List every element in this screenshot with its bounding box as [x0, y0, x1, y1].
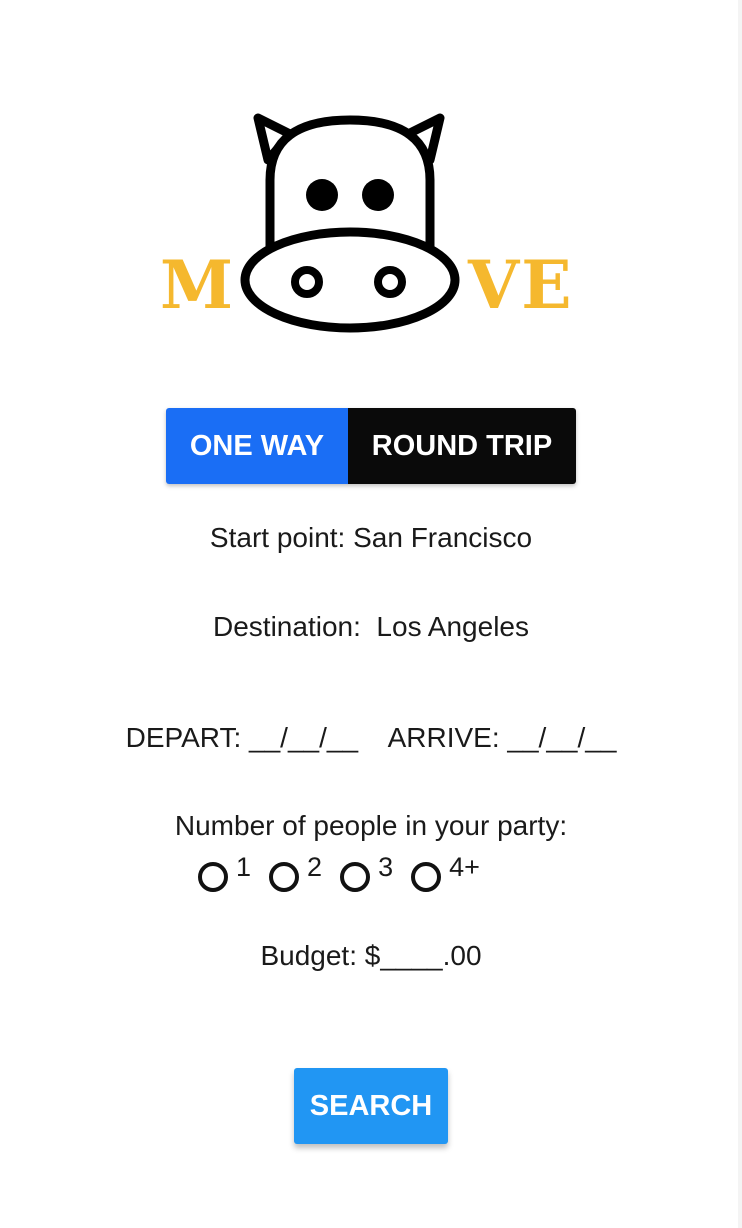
- radio-circle-icon: [340, 862, 371, 892]
- party-size-label: Number of people in your party:: [174, 810, 568, 841]
- party-option-4plus[interactable]: 4+: [411, 852, 480, 892]
- radio-label: 1: [236, 852, 252, 882]
- cow-icon: M VE: [160, 113, 574, 333]
- logo-right-text: VE: [467, 246, 574, 324]
- trip-type-toggle: ONE WAY ROUND TRIP: [166, 408, 576, 484]
- search-button[interactable]: SEARCH: [294, 1068, 448, 1144]
- moove-logo: M VE: [150, 100, 590, 340]
- party-size-radio-group: 1 2 3 4+: [198, 852, 558, 892]
- dates-field[interactable]: DEPART: __/__/__ ARRIVE: __/__/__: [0, 722, 742, 754]
- start-point-field[interactable]: Start point: San Francisco: [0, 522, 742, 554]
- radio-circle-icon: [411, 862, 442, 892]
- radio-label: 4+: [449, 852, 480, 882]
- radio-circle-icon: [198, 862, 228, 892]
- destination-field[interactable]: Destination: Los Angeles: [0, 611, 742, 643]
- radio-label: 3: [378, 852, 394, 882]
- party-option-1[interactable]: 1: [198, 852, 251, 892]
- one-way-button[interactable]: ONE WAY: [166, 408, 348, 484]
- logo-left-text: M: [160, 246, 235, 324]
- party-option-2[interactable]: 2: [269, 852, 322, 892]
- budget-field[interactable]: Budget: $____.00: [0, 940, 742, 972]
- party-option-3[interactable]: 3: [340, 852, 393, 892]
- radio-circle-icon: [269, 862, 300, 892]
- radio-label: 2: [307, 852, 323, 882]
- round-trip-button[interactable]: ROUND TRIP: [348, 408, 576, 484]
